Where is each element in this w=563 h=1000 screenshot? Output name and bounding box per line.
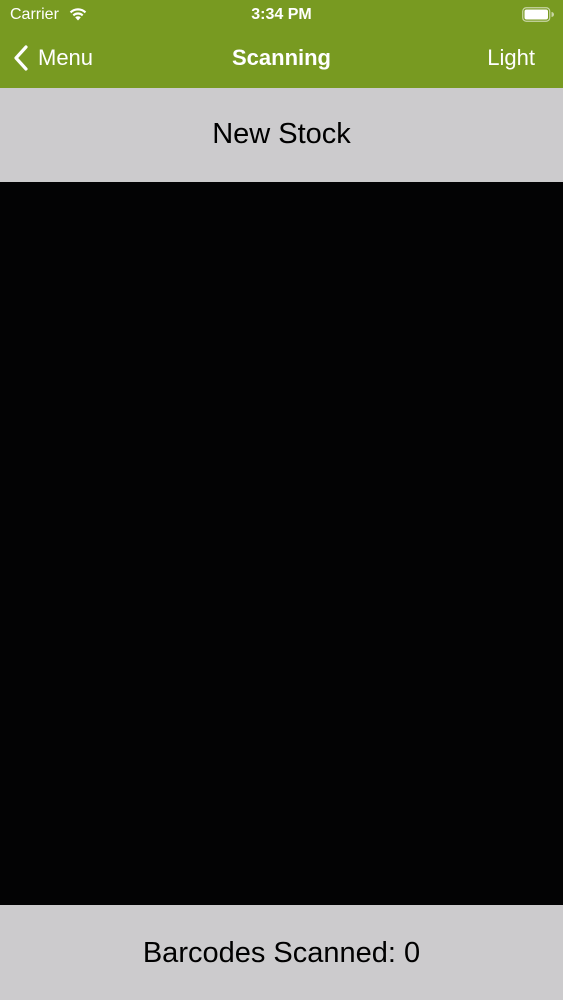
header-panel: New Stock — [0, 88, 563, 182]
camera-preview[interactable] — [0, 182, 563, 905]
light-button[interactable]: Light — [487, 44, 535, 72]
battery-icon — [522, 7, 554, 22]
nav-title: Scanning — [231, 45, 331, 70]
footer-panel: Barcodes Scanned: 0 — [0, 905, 563, 1000]
top-bar: Carrier 3:34 PM Menu Scanning Light — [0, 0, 563, 88]
navigation-bar: Menu Scanning Light — [0, 30, 563, 88]
status-bar: Carrier 3:34 PM — [0, 0, 563, 30]
status-time: 3:34 PM — [251, 6, 312, 23]
barcodes-scanned-count: Barcodes Scanned: 0 — [142, 936, 421, 969]
scanning-screen: Carrier 3:34 PM Menu Scanning Light New … — [0, 0, 563, 1000]
stock-type-label: New Stock — [212, 118, 351, 150]
